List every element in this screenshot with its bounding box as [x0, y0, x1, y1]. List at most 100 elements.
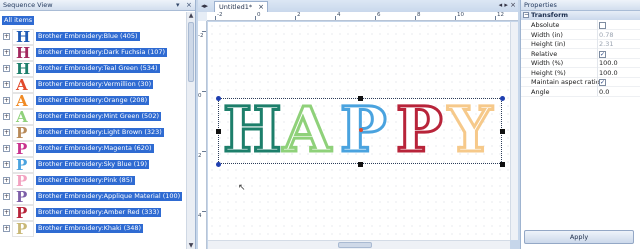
- thread-thumbnail: P: [12, 189, 34, 205]
- thread-thumbnail-letter: H: [16, 29, 31, 45]
- expand-icon[interactable]: +: [3, 209, 10, 216]
- sequence-item[interactable]: + P Brother Embroidery:Light Brown (323): [0, 125, 186, 141]
- ruler-tick: [415, 16, 416, 20]
- ruler-tick: [455, 16, 456, 20]
- mouse-cursor-icon: ↖: [238, 183, 246, 193]
- properties-panel: Properties − Transform Absolute Width (in…: [520, 0, 640, 249]
- selection-handle-rotate[interactable]: [216, 96, 221, 101]
- ruler-label: 4: [198, 213, 202, 219]
- apply-button[interactable]: Apply: [524, 230, 634, 244]
- sequence-scrollbar[interactable]: ▲ ▼: [186, 12, 195, 249]
- sequence-item[interactable]: + P Brother Embroidery:Magenta (620): [0, 141, 186, 157]
- property-checkbox[interactable]: ✓: [599, 50, 606, 58]
- selection-handle-bottom[interactable]: [358, 162, 363, 167]
- thread-thumbnail-letter: P: [16, 221, 28, 237]
- center-point-icon[interactable]: [359, 128, 363, 132]
- sequence-item-label: Brother Embroidery:Light Brown (323): [36, 128, 164, 137]
- selection-handle-corner[interactable]: [500, 162, 505, 167]
- thread-thumbnail-letter: P: [16, 157, 28, 173]
- property-row: Width (%) 100.0: [521, 59, 640, 68]
- sequence-item-label: Brother Embroidery:Amber Red (333): [36, 208, 162, 217]
- sequence-view-title: Sequence View: [3, 1, 53, 9]
- transform-section[interactable]: − Transform: [521, 11, 640, 20]
- expand-icon[interactable]: +: [3, 97, 10, 104]
- thread-thumbnail: H: [12, 45, 34, 61]
- canvas-scroll-thumb[interactable]: [338, 242, 372, 248]
- collapse-icon[interactable]: −: [523, 12, 529, 18]
- sequence-item[interactable]: + H Brother Embroidery:Dark Fuchsia (107): [0, 45, 186, 61]
- close-icon[interactable]: ×: [186, 0, 192, 11]
- property-row: Height (in) 2.31: [521, 40, 640, 49]
- expand-icon[interactable]: +: [3, 145, 10, 152]
- selection-handle-right[interactable]: [500, 129, 505, 134]
- all-items-node[interactable]: All items: [2, 16, 35, 25]
- property-value[interactable]: 0.78: [599, 31, 613, 40]
- sequence-item[interactable]: + P Brother Embroidery:Khaki (348): [0, 221, 186, 237]
- expand-icon[interactable]: +: [3, 193, 10, 200]
- sequence-view-header: Sequence View ▾ ×: [0, 0, 195, 11]
- property-checkbox[interactable]: [599, 22, 606, 29]
- thread-thumbnail-letter: P: [16, 173, 28, 189]
- sequence-item[interactable]: + A Brother Embroidery:Vermillion (30): [0, 77, 186, 93]
- sequence-item-label: Brother Embroidery:Blue (405): [36, 32, 140, 41]
- sequence-item[interactable]: + P Brother Embroidery:Sky Blue (19): [0, 157, 186, 173]
- selection-handle-rotate[interactable]: [216, 162, 221, 167]
- sequence-item[interactable]: + P Brother Embroidery:Amber Red (333): [0, 205, 186, 221]
- expand-icon[interactable]: +: [3, 177, 10, 184]
- ruler-label: 12: [497, 12, 504, 18]
- thread-thumbnail-letter: P: [16, 141, 28, 157]
- thread-thumbnail: P: [12, 173, 34, 189]
- ruler-corner: [198, 12, 207, 21]
- canvas-vertical-scrollbar[interactable]: [510, 22, 518, 240]
- sequence-item[interactable]: + H Brother Embroidery:Blue (405): [0, 29, 186, 45]
- ruler-tick: [375, 16, 376, 20]
- tab-untitled1[interactable]: Untitled1* ×: [214, 1, 268, 12]
- selection-handle-rotate[interactable]: [500, 96, 505, 101]
- expand-icon[interactable]: +: [3, 65, 10, 72]
- sequence-item-label: Brother Embroidery:Orange (208): [36, 96, 150, 105]
- expand-icon[interactable]: +: [3, 49, 10, 56]
- scroll-down-icon[interactable]: ▼: [187, 242, 195, 249]
- sequence-item-label: Brother Embroidery:Dark Fuchsia (107): [36, 48, 168, 57]
- property-checkbox[interactable]: ✓: [599, 79, 606, 86]
- ruler-horizontal: -2 0 2 4 6 8 10 12: [207, 12, 518, 21]
- scroll-thumb[interactable]: [188, 22, 194, 82]
- ruler-tick: [215, 16, 216, 20]
- property-row: Angle 0.0: [521, 88, 640, 97]
- selection-handle-left[interactable]: [216, 129, 221, 134]
- sequence-item[interactable]: + H Brother Embroidery:Teal Green (534): [0, 61, 186, 77]
- pin-icon[interactable]: ▾: [176, 0, 180, 11]
- property-divider: [597, 20, 598, 96]
- tab-scroll-icon[interactable]: ◂▸: [201, 2, 208, 10]
- expand-icon[interactable]: +: [3, 129, 10, 136]
- expand-icon[interactable]: +: [3, 113, 10, 120]
- tab-list-icon[interactable]: ◂ ▸ ×: [499, 1, 516, 9]
- property-value[interactable]: 100.0: [599, 69, 618, 78]
- property-value[interactable]: 2.31: [599, 40, 613, 49]
- thread-thumbnail-letter: A: [16, 93, 28, 109]
- scroll-up-icon[interactable]: ▲: [187, 12, 195, 19]
- ruler-label: 0: [198, 93, 202, 99]
- sequence-item[interactable]: + A Brother Embroidery:Mint Green (502): [0, 109, 186, 125]
- tab-close-icon[interactable]: ×: [258, 2, 264, 12]
- expand-icon[interactable]: +: [3, 33, 10, 40]
- thread-thumbnail: P: [12, 125, 34, 141]
- thread-thumbnail-letter: A: [16, 109, 28, 125]
- property-name: Height (in): [531, 40, 566, 48]
- selection-handle-top[interactable]: [358, 96, 363, 101]
- ruler-tick: [335, 16, 336, 20]
- property-value[interactable]: 0.0: [599, 88, 609, 97]
- thread-thumbnail: H: [12, 29, 34, 45]
- thread-thumbnail-letter: H: [16, 61, 31, 77]
- expand-icon[interactable]: +: [3, 161, 10, 168]
- canvas-horizontal-scrollbar[interactable]: [208, 240, 510, 249]
- expand-icon[interactable]: +: [3, 225, 10, 232]
- property-value[interactable]: 100.0: [599, 59, 618, 68]
- sequence-item[interactable]: + P Brother Embroidery:Applique Material (…: [0, 189, 186, 205]
- expand-icon[interactable]: +: [3, 81, 10, 88]
- sequence-item[interactable]: + A Brother Embroidery:Orange (208): [0, 93, 186, 109]
- thread-thumbnail: A: [12, 77, 34, 93]
- thread-thumbnail-letter: P: [16, 189, 28, 205]
- sequence-item[interactable]: + P Brother Embroidery:Pink (85): [0, 173, 186, 189]
- thread-thumbnail-letter: H: [16, 45, 31, 61]
